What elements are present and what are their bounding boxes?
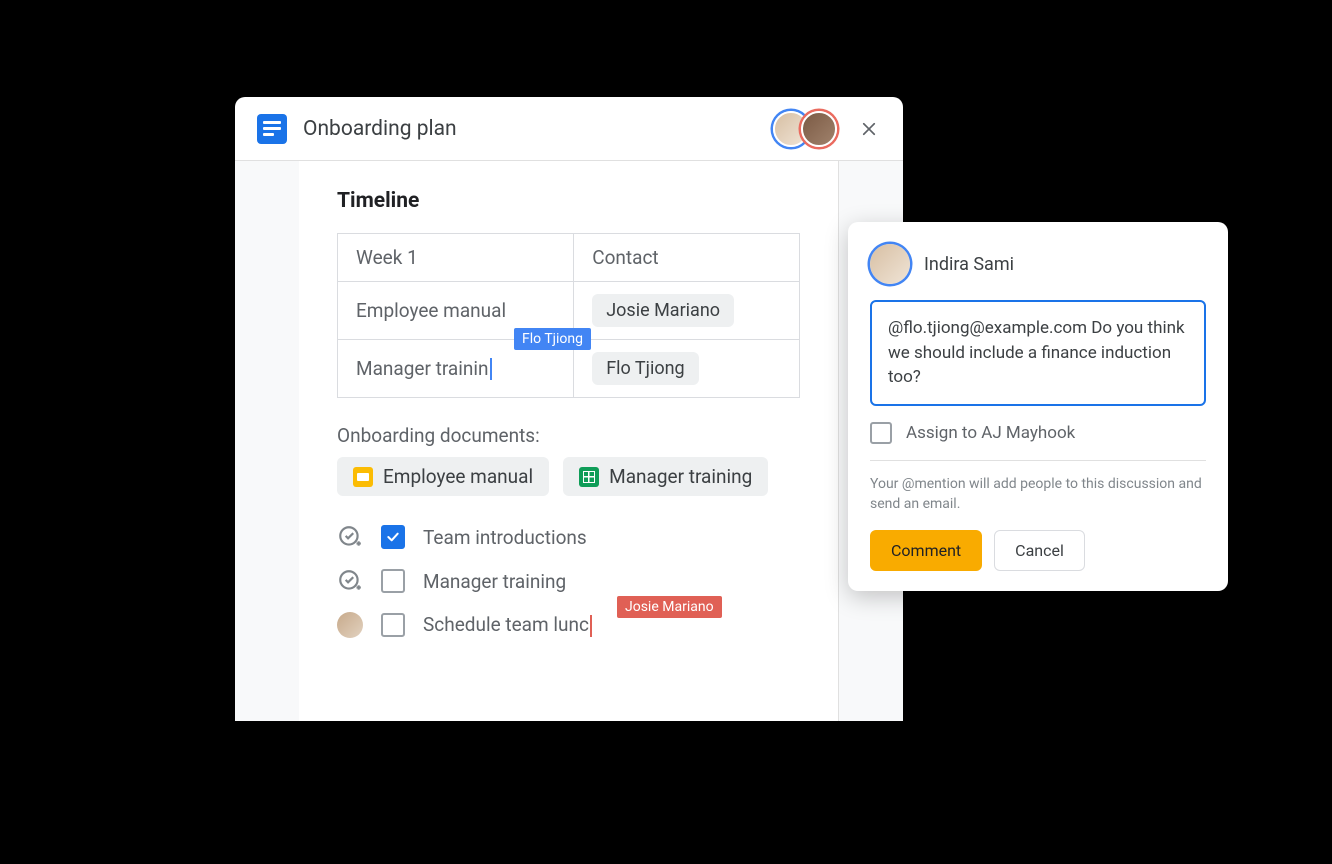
- contact-chip-josie[interactable]: Josie Mariano: [592, 294, 734, 327]
- sheets-icon: [579, 467, 599, 487]
- doc-chips-row: Employee manual Manager training: [337, 457, 800, 496]
- cursor-tag-josie: Josie Mariano: [617, 596, 722, 618]
- list-item: Manager training: [337, 568, 800, 594]
- checkbox-schedule-lunch[interactable]: [381, 613, 405, 637]
- collaborator-avatars: [781, 111, 837, 147]
- avatar-collaborator-2[interactable]: [801, 111, 837, 147]
- doc-chip-manager-training[interactable]: Manager training: [563, 457, 768, 496]
- cursor-tag-flo: Flo Tjiong: [514, 328, 591, 350]
- section-title: Timeline: [337, 189, 800, 213]
- close-icon[interactable]: [857, 117, 881, 141]
- comment-button-row: Comment Cancel: [870, 530, 1206, 571]
- slides-icon: [353, 467, 373, 487]
- assign-row: Assign to AJ Mayhook: [870, 422, 1206, 461]
- list-item: Team introductions: [337, 524, 800, 550]
- list-item: Schedule team lunc Josie Mariano: [337, 612, 800, 638]
- collaborator-cursor-red: [590, 615, 592, 637]
- checkbox-manager-training[interactable]: [381, 569, 405, 593]
- comment-button[interactable]: Comment: [870, 530, 982, 571]
- assign-checkbox[interactable]: [870, 422, 892, 444]
- assign-label: Assign to AJ Mayhook: [906, 423, 1075, 443]
- doc-chip-employee-manual[interactable]: Employee manual: [337, 457, 549, 496]
- checklist-label: Team introductions: [423, 526, 587, 549]
- comment-author-name: Indira Sami: [924, 254, 1014, 275]
- checkbox-team-introductions[interactable]: [381, 525, 405, 549]
- contact-chip-flo[interactable]: Flo Tjiong: [592, 352, 698, 385]
- mention-hint: Your @mention will add people to this di…: [870, 475, 1206, 514]
- table-header-contact: Contact: [574, 234, 800, 282]
- cancel-button[interactable]: Cancel: [994, 530, 1085, 571]
- table-cell-manager-training[interactable]: Manager trainin Flo Tjiong: [338, 340, 574, 398]
- docs-icon: [257, 114, 287, 144]
- timeline-table[interactable]: Week 1 Contact Employee manual Josie Mar…: [337, 233, 800, 398]
- doc-body: Timeline Week 1 Contact Employee manual …: [235, 161, 903, 721]
- doc-header: Onboarding plan: [235, 97, 903, 161]
- doc-page[interactable]: Timeline Week 1 Contact Employee manual …: [299, 161, 839, 721]
- table-header-week: Week 1: [338, 234, 574, 282]
- doc-title: Onboarding plan: [303, 117, 457, 141]
- doc-window: Onboarding plan Timeline Week 1 Contact …: [235, 97, 903, 721]
- docs-subheading: Onboarding documents:: [337, 424, 800, 447]
- comment-author-row: Indira Sami: [870, 244, 1206, 284]
- assignee-avatar[interactable]: [337, 612, 363, 638]
- checklist: Team introductions Manager training Sche…: [337, 524, 800, 638]
- table-cell-contact-1[interactable]: Josie Mariano: [574, 282, 800, 340]
- comment-panel: Indira Sami @flo.tjiong@example.com Do y…: [848, 222, 1228, 591]
- collaborator-cursor-blue: [490, 358, 492, 380]
- comment-author-avatar[interactable]: [870, 244, 910, 284]
- checklist-label: Manager training: [423, 570, 566, 593]
- comment-textarea[interactable]: @flo.tjiong@example.com Do you think we …: [870, 300, 1206, 406]
- checklist-label: Schedule team lunc: [423, 613, 592, 637]
- assign-icon[interactable]: [337, 568, 363, 594]
- table-cell-contact-2[interactable]: Flo Tjiong: [574, 340, 800, 398]
- assign-icon[interactable]: [337, 524, 363, 550]
